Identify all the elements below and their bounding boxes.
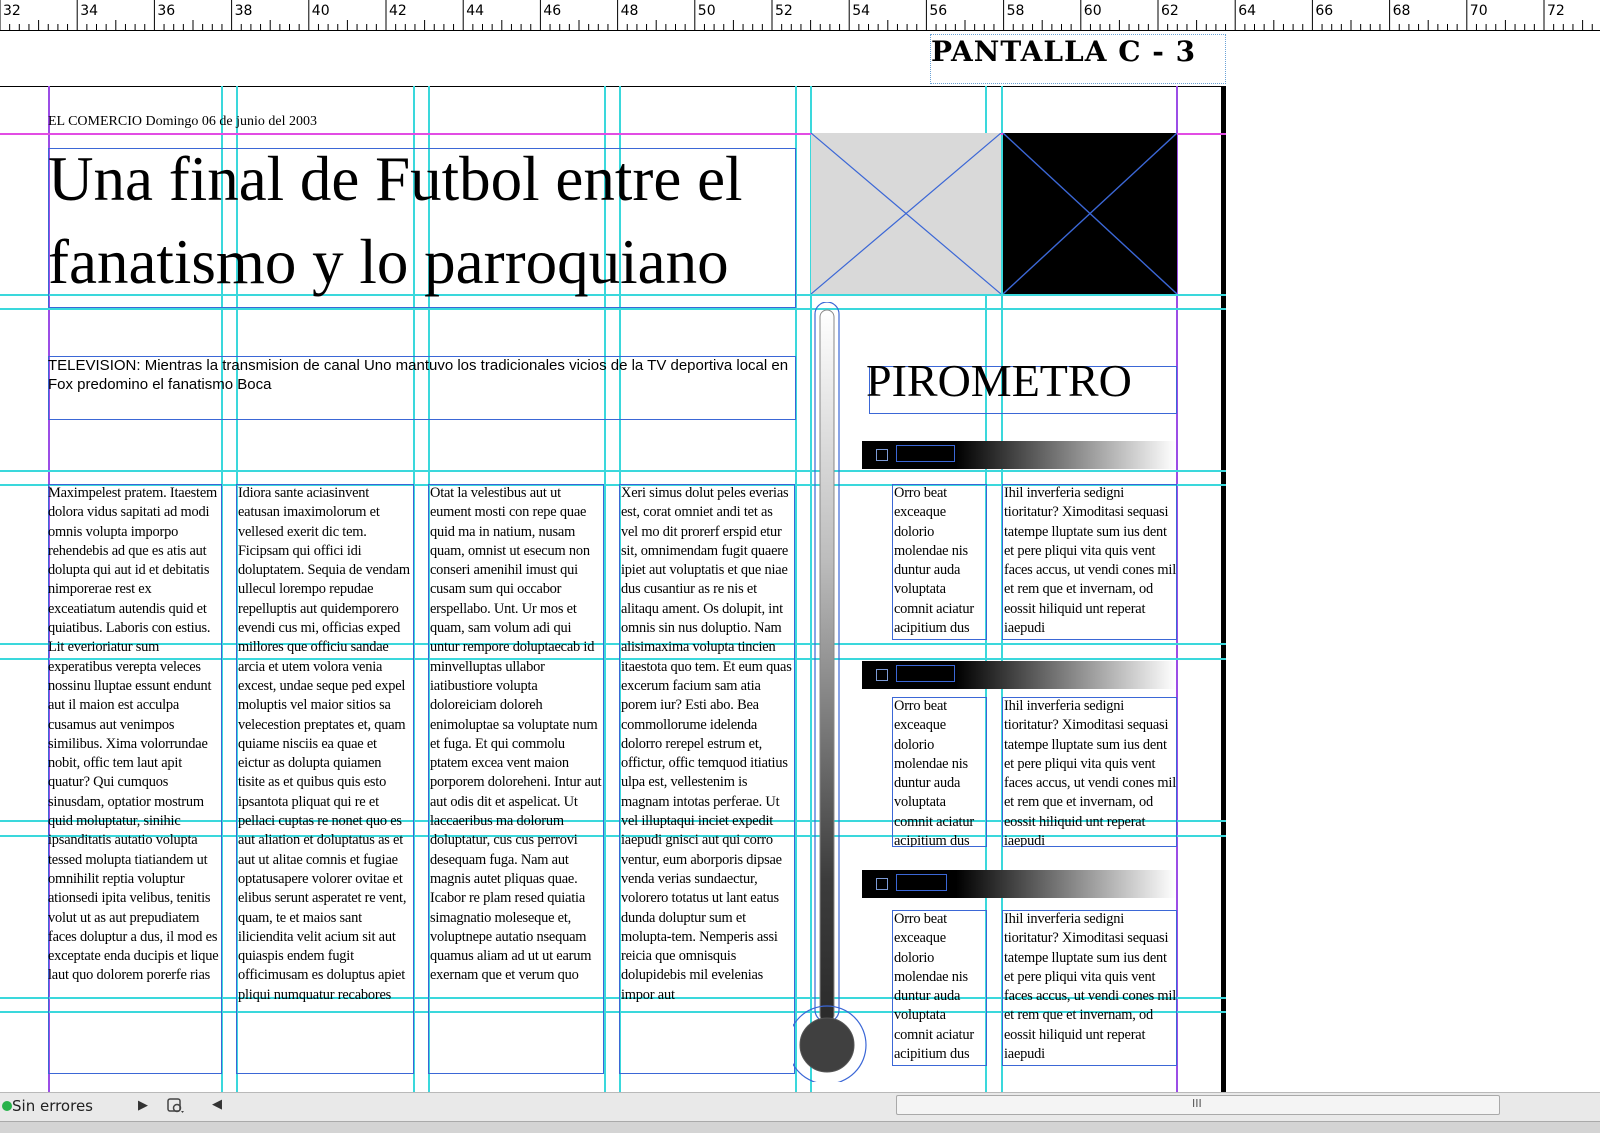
checkbox-icon[interactable] — [876, 878, 888, 890]
status-bar: Sin errores ▶ ◀ III — [0, 1092, 1600, 1133]
section-label: TORRIDO — [896, 445, 956, 462]
ruler-label: 32 — [3, 3, 21, 19]
section-bar-2[interactable]: TORRIDO — [862, 661, 1176, 689]
ruler-label: 52 — [775, 3, 793, 19]
ruler-label: 64 — [1238, 3, 1257, 19]
ruler-label: 66 — [1315, 3, 1334, 19]
ruler-label: 44 — [466, 3, 485, 19]
image-placeholder-icon — [811, 133, 1001, 294]
image-placeholder-black[interactable] — [1003, 133, 1177, 294]
status-menu-arrow[interactable]: ▶ — [138, 1098, 148, 1113]
ruler-label: 60 — [1083, 3, 1102, 19]
section-1-right-text: Ihil inverferia sedigni tioritatur? Ximo… — [1004, 485, 1177, 637]
ruler-label: 50 — [697, 3, 716, 19]
ruler-label: 70 — [1469, 3, 1488, 19]
image-placeholder-gray[interactable] — [811, 133, 1001, 294]
body-column-1: Maximpelest pratem. Itaestem dolora vidu… — [48, 485, 219, 984]
checkbox-icon[interactable] — [876, 669, 888, 681]
preflight-status[interactable]: Sin errores — [12, 1097, 93, 1115]
ruler-label: 36 — [157, 3, 176, 19]
row-guide — [0, 308, 1226, 310]
ruler-label: 42 — [389, 3, 407, 19]
checkbox-icon[interactable] — [876, 449, 888, 461]
section-3-left-text: Orro beat exceaque dolorio molendae nis … — [894, 911, 974, 1066]
status-ok-icon — [2, 1101, 12, 1111]
horizontal-scrollbar-thumb[interactable]: III — [896, 1095, 1500, 1115]
horizontal-ruler[interactable]: 32 34 36 38 40 42 44 46 48 50 52 54 56 58 60 62 64 66 68 70… — [0, 0, 1600, 31]
pyrometer-title: PIROMETRO — [866, 355, 1132, 406]
body-column-3: Otat la velestibus aut ut eument mosti c… — [430, 485, 602, 984]
section-bar-1[interactable]: TORRIDO — [862, 441, 1176, 469]
deck-text: TELEVISION: Mientras la transmision de c… — [48, 357, 789, 393]
ruler-label: 58 — [1006, 3, 1025, 19]
section-bar-3[interactable]: GELIDO — [862, 870, 1176, 898]
window-edge — [0, 1121, 1600, 1133]
ruler-label: 56 — [929, 3, 948, 19]
section-3-right-text: Ihil inverferia sedigni tioritatur? Ximo… — [1004, 911, 1177, 1063]
ruler-label: 54 — [852, 3, 871, 19]
ruler-label: 38 — [234, 3, 253, 19]
body-column-4: Xeri simus dolut peles everias est, cora… — [621, 485, 792, 1003]
body-column-2: Idiora sante aciasinvent eatusan imaximo… — [238, 485, 410, 1003]
ruler-label: 48 — [620, 3, 639, 19]
document-view-icon[interactable] — [166, 1097, 186, 1115]
ruler-label: 62 — [1161, 3, 1179, 19]
ruler-label: 72 — [1547, 3, 1565, 19]
image-placeholder-icon — [1003, 133, 1177, 294]
section-label: GELIDO — [896, 874, 947, 891]
ruler-label: 46 — [543, 3, 562, 19]
ruler-label: 40 — [311, 3, 330, 19]
section-2-left-text: Orro beat exceaque dolorio molendae nis … — [894, 698, 974, 847]
ruler-label: 34 — [80, 3, 99, 19]
scroll-grip: III — [1192, 1097, 1202, 1110]
headline: Una final de Futbol entre el fanatismo y… — [48, 144, 743, 297]
section-2-right-text: Ihil inverferia sedigni tioritatur? Ximo… — [1004, 698, 1177, 847]
screen-title-frame[interactable]: PANTALLA C - 3 — [930, 34, 1226, 84]
scroll-left-button[interactable]: ◀ — [212, 1097, 222, 1112]
section-label: TORRIDO — [896, 665, 956, 682]
row-guide — [0, 470, 1226, 472]
screen-title: PANTALLA C - 3 — [931, 35, 1197, 68]
dateline: EL COMERCIO Domingo 06 de junio del 2003 — [48, 114, 317, 129]
ruler-label: 68 — [1392, 3, 1411, 19]
thermometer-graphic[interactable] — [787, 301, 871, 1085]
section-1-left-text: Orro beat exceaque dolorio molendae nis … — [894, 485, 974, 640]
